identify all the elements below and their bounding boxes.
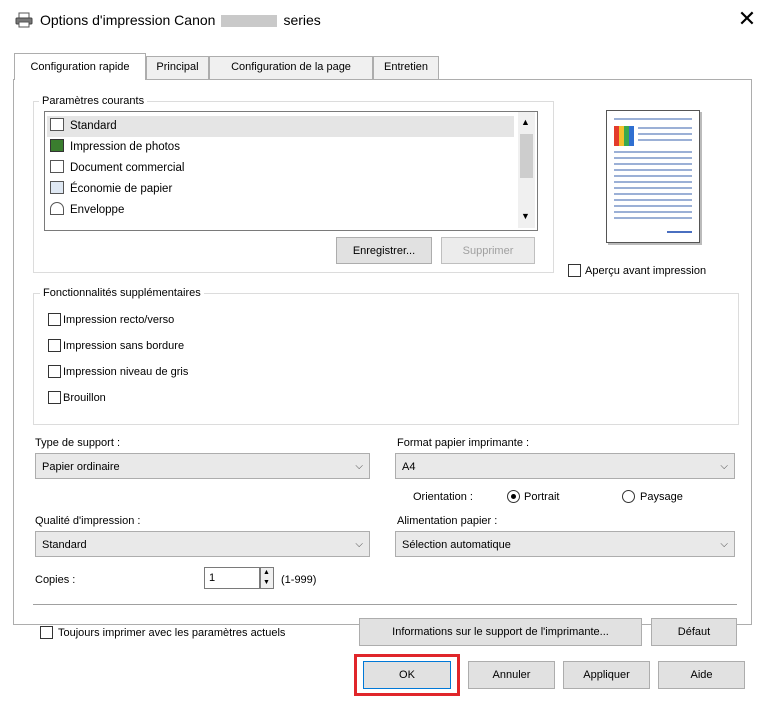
chevron-down-icon: ⌵ — [720, 461, 728, 472]
draft-checkbox[interactable] — [48, 391, 61, 404]
print-quality-label: Qualité d'impression : — [35, 515, 141, 527]
chevron-down-icon: ⌵ — [355, 539, 363, 550]
close-icon[interactable]: ✕ — [736, 6, 758, 32]
duplex-label: Impression recto/verso — [63, 314, 175, 326]
chevron-down-icon: ⌵ — [720, 539, 728, 550]
list-item[interactable]: Impression de photos — [47, 137, 514, 158]
print-quality-select[interactable]: Standard ⌵ — [35, 531, 370, 557]
media-type-label: Type de support : — [35, 437, 120, 449]
paper-source-label: Alimentation papier : — [397, 515, 498, 527]
chevron-down-icon: ⌵ — [355, 461, 363, 472]
document-preset-icon — [50, 160, 64, 173]
photo-preset-icon — [50, 139, 64, 152]
preview-checkbox-label: Aperçu avant impression — [585, 265, 707, 277]
paper-size-select[interactable]: A4 ⌵ — [395, 453, 735, 479]
landscape-label: Paysage — [640, 491, 683, 503]
current-settings-legend: Paramètres courants — [39, 94, 148, 108]
scrollbar-thumb[interactable] — [520, 134, 533, 178]
save-button[interactable]: Enregistrer... — [336, 237, 432, 264]
paper-saving-preset-icon — [50, 181, 64, 194]
scroll-up-icon[interactable]: ▲ — [521, 117, 530, 127]
portrait-radio[interactable] — [507, 490, 520, 503]
grayscale-checkbox[interactable] — [48, 365, 61, 378]
window-title: Options d'impression Canon series — [40, 12, 321, 28]
page-preview — [606, 110, 700, 243]
tab-entretien[interactable]: Entretien — [373, 56, 439, 79]
divider — [33, 604, 737, 605]
copies-input[interactable]: 1 — [204, 567, 260, 589]
copies-label: Copies : — [35, 574, 76, 586]
paper-size-label: Format papier imprimante : — [397, 437, 530, 449]
draft-label: Brouillon — [63, 392, 106, 404]
tab-configuration-page[interactable]: Configuration de la page — [209, 56, 373, 79]
additional-features-legend: Fonctionnalités supplémentaires — [40, 286, 204, 300]
tab-configuration-rapide[interactable]: Configuration rapide — [14, 53, 146, 80]
always-print-label: Toujours imprimer avec les paramètres ac… — [58, 627, 286, 639]
presets-scrollbar[interactable]: ▲ ▼ — [518, 112, 535, 228]
orientation-label: Orientation : — [413, 491, 473, 503]
title-bar: Options d'impression Canon series ✕ — [0, 0, 765, 40]
copies-spinner[interactable]: ▲ ▼ — [260, 567, 274, 589]
copies-range: (1-999) — [281, 574, 317, 586]
tab-principal[interactable]: Principal — [146, 56, 209, 79]
model-name-redacted — [221, 15, 278, 28]
delete-button[interactable]: Supprimer — [441, 237, 535, 264]
preview-page-icon — [614, 118, 692, 233]
window-title-right: series — [283, 12, 321, 28]
scroll-down-icon[interactable]: ▼ — [521, 211, 530, 221]
media-info-button[interactable]: Informations sur le support de l'imprima… — [359, 618, 642, 646]
window-title-left: Options d'impression Canon — [40, 12, 216, 28]
apply-button[interactable]: Appliquer — [563, 661, 650, 689]
landscape-radio[interactable] — [622, 490, 635, 503]
media-type-select[interactable]: Papier ordinaire ⌵ — [35, 453, 370, 479]
borderless-checkbox[interactable] — [48, 339, 61, 352]
default-button[interactable]: Défaut — [651, 618, 737, 646]
list-item[interactable]: Enveloppe — [47, 200, 514, 221]
spin-down-icon[interactable]: ▼ — [263, 578, 270, 588]
standard-preset-icon — [50, 118, 64, 131]
grayscale-label: Impression niveau de gris — [63, 366, 189, 378]
list-item[interactable]: Document commercial — [47, 158, 514, 179]
portrait-label: Portrait — [524, 491, 560, 503]
paper-source-select[interactable]: Sélection automatique ⌵ — [395, 531, 735, 557]
ok-button[interactable]: OK — [363, 661, 451, 689]
list-item[interactable]: Standard — [47, 116, 514, 137]
list-item[interactable]: Économie de papier — [47, 179, 514, 200]
presets-listbox[interactable]: Standard Impression de photos Document c… — [44, 111, 538, 231]
borderless-label: Impression sans bordure — [63, 340, 185, 352]
always-print-checkbox[interactable] — [40, 626, 53, 639]
preview-checkbox[interactable] — [568, 264, 581, 277]
help-button[interactable]: Aide — [658, 661, 745, 689]
printer-icon — [14, 12, 34, 28]
duplex-checkbox[interactable] — [48, 313, 61, 326]
envelope-preset-icon — [50, 202, 64, 215]
cancel-button[interactable]: Annuler — [468, 661, 555, 689]
spin-up-icon[interactable]: ▲ — [263, 568, 270, 578]
